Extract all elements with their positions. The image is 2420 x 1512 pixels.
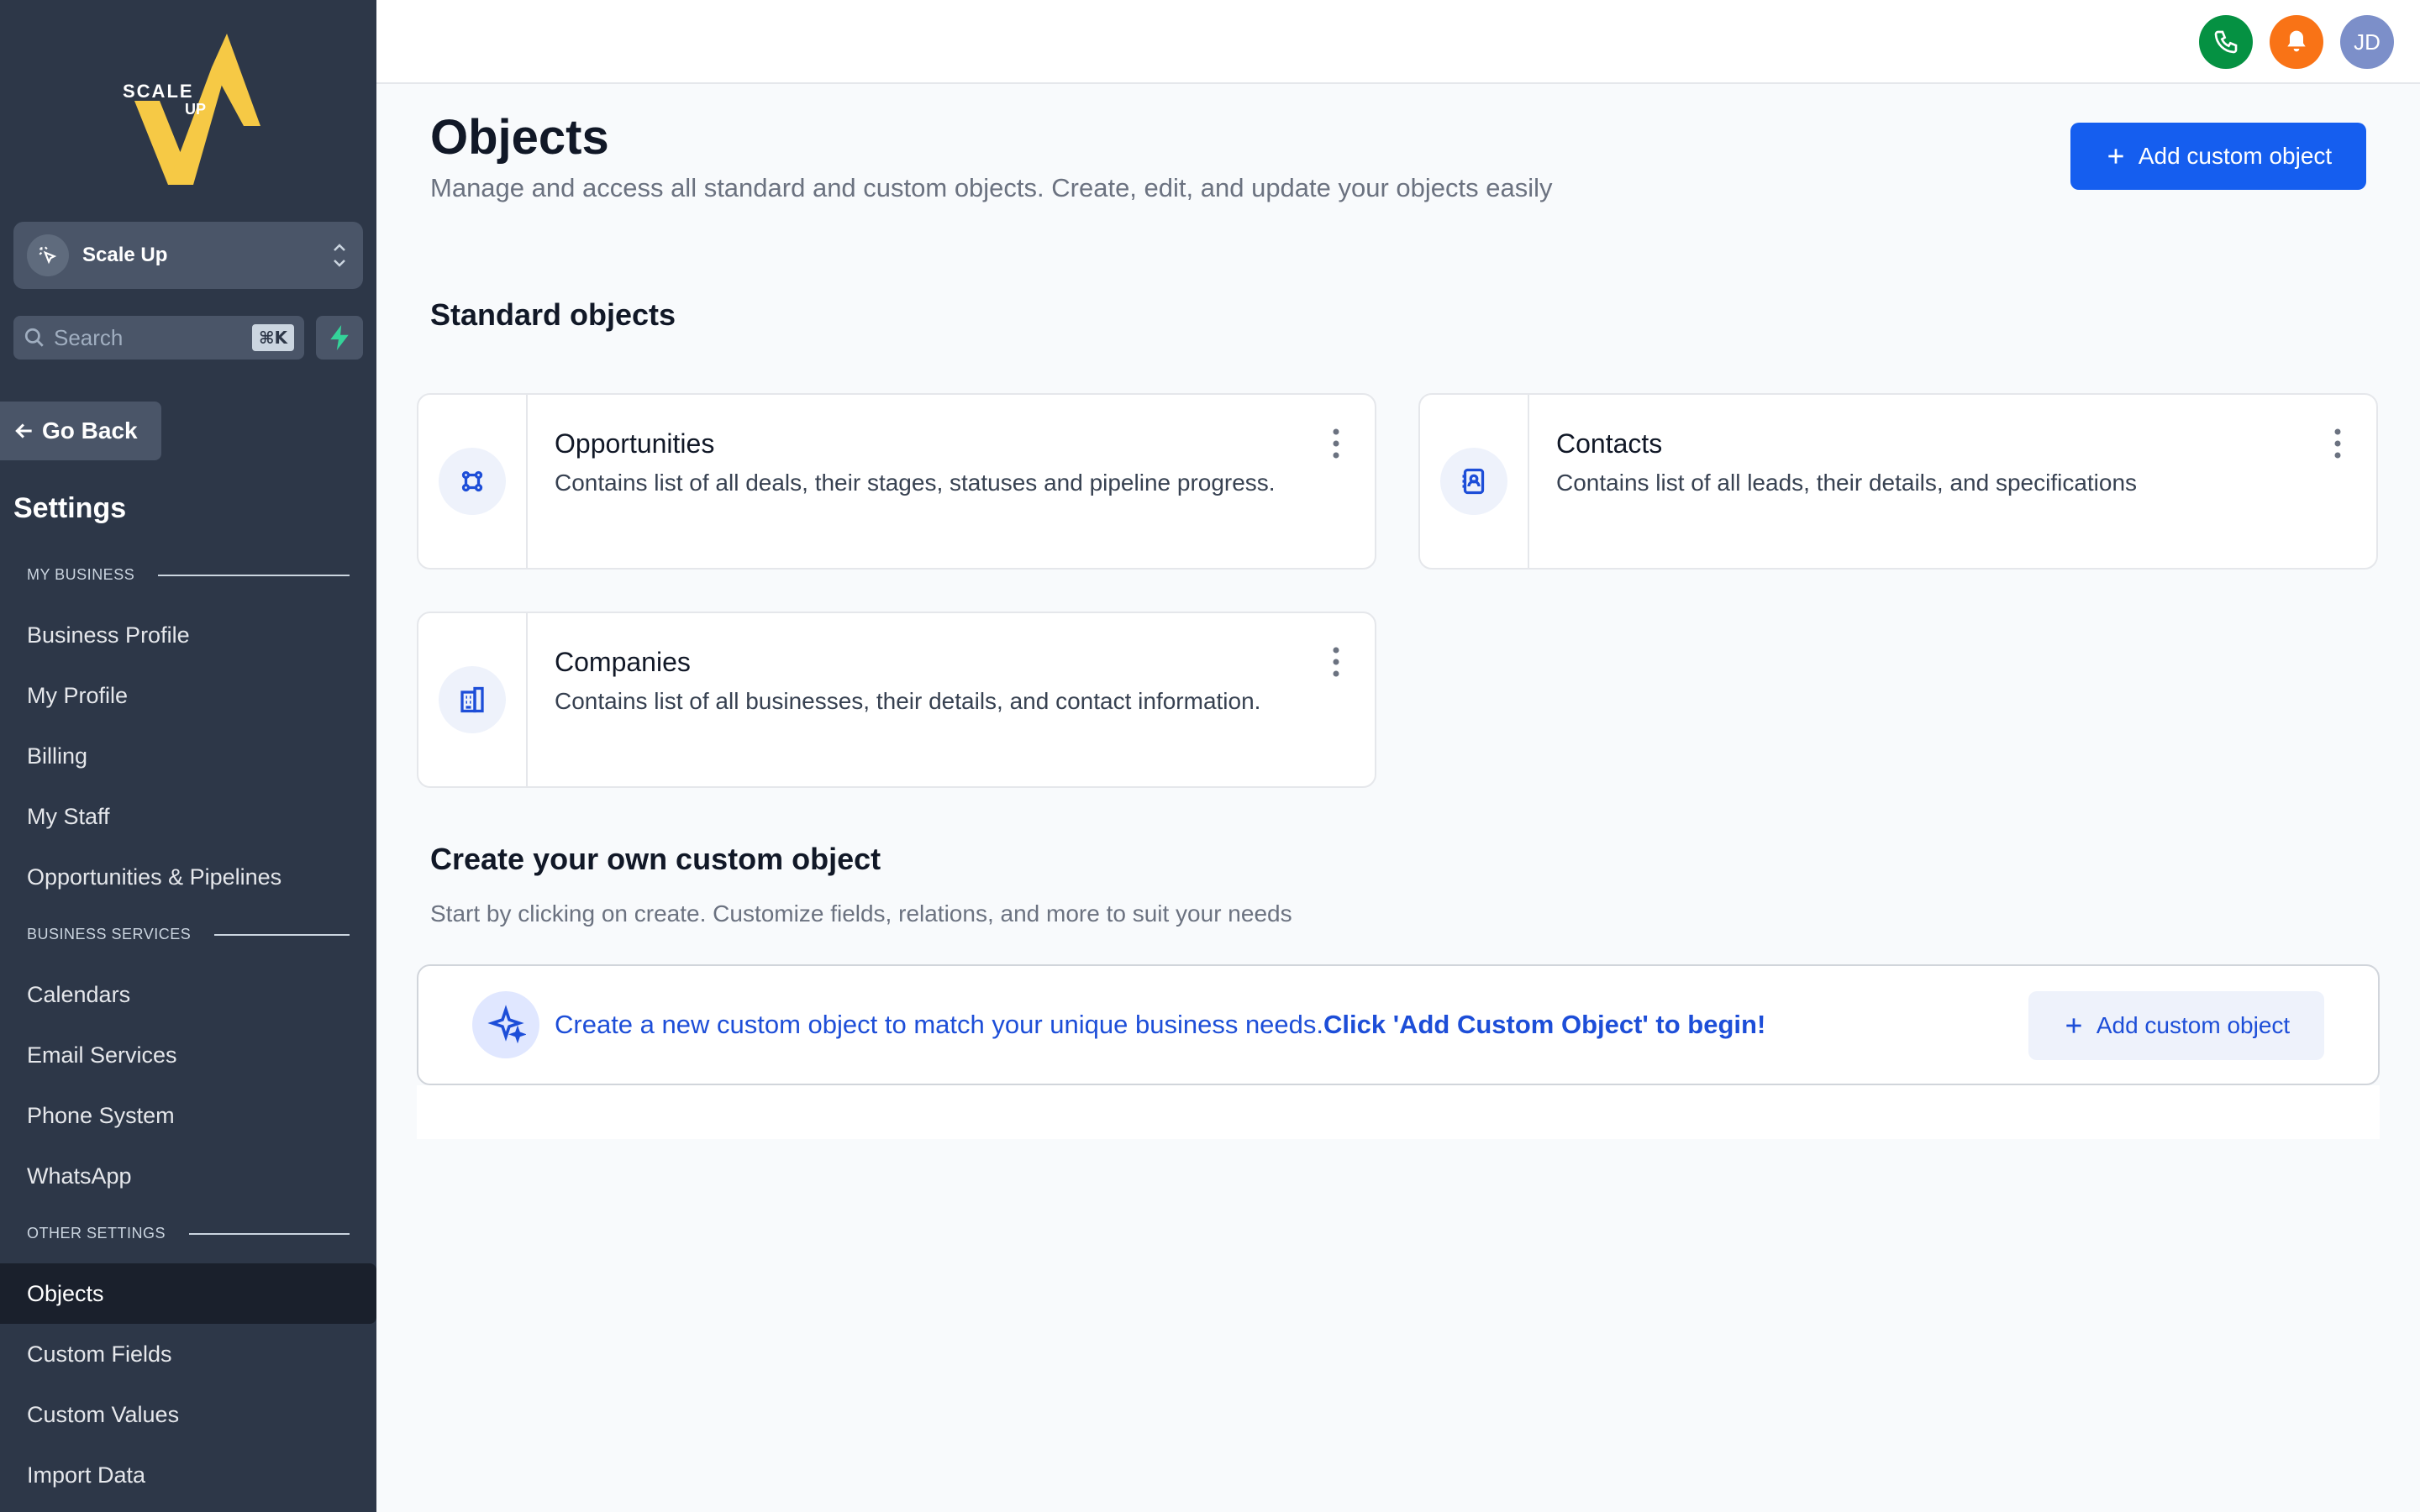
more-vertical-icon[interactable]	[1331, 427, 1341, 460]
card-title: Opportunities	[555, 428, 715, 459]
sidebar: SCALE UP Scale Up ⌘K Go Back Settings MY…	[0, 0, 376, 1512]
sidebar-item-whatsapp[interactable]: WhatsApp	[0, 1146, 376, 1206]
svg-text:SCALE: SCALE	[123, 81, 194, 102]
plus-icon	[2108, 149, 2123, 164]
banner-text: Create a new custom object to match your…	[555, 1010, 1766, 1039]
card-description: Contains list of all businesses, their d…	[555, 688, 1261, 714]
sidebar-item-my-profile[interactable]: My Profile	[0, 665, 376, 726]
search-shortcut-badge: ⌘K	[251, 324, 294, 351]
card-title: Companies	[555, 647, 691, 677]
notifications-button[interactable]	[2270, 15, 2323, 69]
top-bar: JD	[376, 0, 2420, 84]
sidebar-item-custom-fields[interactable]: Custom Fields	[0, 1324, 376, 1384]
section-label-business-services: BUSINESS SERVICES	[27, 926, 350, 943]
phone-icon	[2214, 30, 2238, 54]
banner-footer-strip	[417, 1085, 2380, 1139]
companies-icon	[439, 666, 506, 733]
user-avatar[interactable]: JD	[2340, 15, 2394, 69]
contacts-icon	[1440, 448, 1507, 515]
workspace-switcher[interactable]: Scale Up	[13, 222, 363, 289]
object-card-opportunities[interactable]: Opportunities Contains list of all deals…	[417, 393, 1376, 570]
opportunities-icon	[439, 448, 506, 515]
search-icon	[24, 328, 44, 347]
sidebar-item-custom-values[interactable]: Custom Values	[0, 1384, 376, 1445]
cursor-click-icon	[27, 234, 69, 276]
standard-objects-heading: Standard objects	[430, 297, 676, 332]
quick-actions-button[interactable]	[316, 316, 363, 360]
arrow-left-icon	[15, 423, 32, 438]
settings-title: Settings	[13, 492, 127, 524]
custom-object-heading: Create your own custom object	[430, 842, 881, 876]
object-card-companies[interactable]: Companies Contains list of all businesse…	[417, 612, 1376, 788]
card-description: Contains list of all deals, their stages…	[555, 470, 1276, 496]
svg-text:UP: UP	[185, 101, 206, 118]
search-box[interactable]: ⌘K	[13, 316, 304, 360]
go-back-button[interactable]: Go Back	[0, 402, 161, 460]
chevron-updown-icon	[334, 244, 345, 267]
card-description: Contains list of all leads, their detail…	[1556, 470, 2138, 496]
more-vertical-icon[interactable]	[2333, 427, 2343, 460]
sidebar-item-import-data[interactable]: Import Data	[0, 1445, 376, 1505]
bell-icon	[2287, 30, 2306, 52]
search-input[interactable]	[54, 324, 252, 351]
go-back-label: Go Back	[42, 417, 138, 444]
section-label-other-settings: OTHER SETTINGS	[27, 1225, 350, 1242]
sidebar-item-objects[interactable]: Objects	[0, 1263, 376, 1324]
plus-icon	[2066, 1018, 2081, 1033]
sidebar-item-calendars[interactable]: Calendars	[0, 964, 376, 1025]
add-custom-object-banner-button[interactable]: Add custom object	[2028, 991, 2324, 1060]
banner-text-bold: Click 'Add Custom Object' to begin!	[1323, 1010, 1766, 1039]
sidebar-item-my-staff[interactable]: My Staff	[0, 786, 376, 847]
sidebar-item-business-profile[interactable]: Business Profile	[0, 605, 376, 665]
lightning-icon	[330, 325, 349, 350]
object-card-contacts[interactable]: Contacts Contains list of all leads, the…	[1418, 393, 2378, 570]
sidebar-item-billing[interactable]: Billing	[0, 726, 376, 786]
card-title: Contacts	[1556, 428, 1663, 459]
section-label-my-business: MY BUSINESS	[27, 566, 350, 584]
more-vertical-icon[interactable]	[1331, 645, 1341, 679]
page-subtitle: Manage and access all standard and custo…	[430, 173, 1553, 202]
sidebar-item-opportunities-pipelines[interactable]: Opportunities & Pipelines	[0, 847, 376, 907]
workspace-name: Scale Up	[82, 244, 168, 266]
add-custom-object-button[interactable]: Add custom object	[2070, 123, 2366, 190]
sparkle-icon	[472, 991, 539, 1058]
phone-button[interactable]	[2199, 15, 2253, 69]
sidebar-item-email-services[interactable]: Email Services	[0, 1025, 376, 1085]
custom-object-subtitle: Start by clicking on create. Customize f…	[430, 900, 1292, 927]
sidebar-item-phone-system[interactable]: Phone System	[0, 1085, 376, 1146]
custom-object-banner: Create a new custom object to match your…	[417, 964, 2380, 1085]
page-title: Objects	[430, 110, 609, 165]
scale-up-logo[interactable]: SCALE UP	[118, 34, 260, 185]
